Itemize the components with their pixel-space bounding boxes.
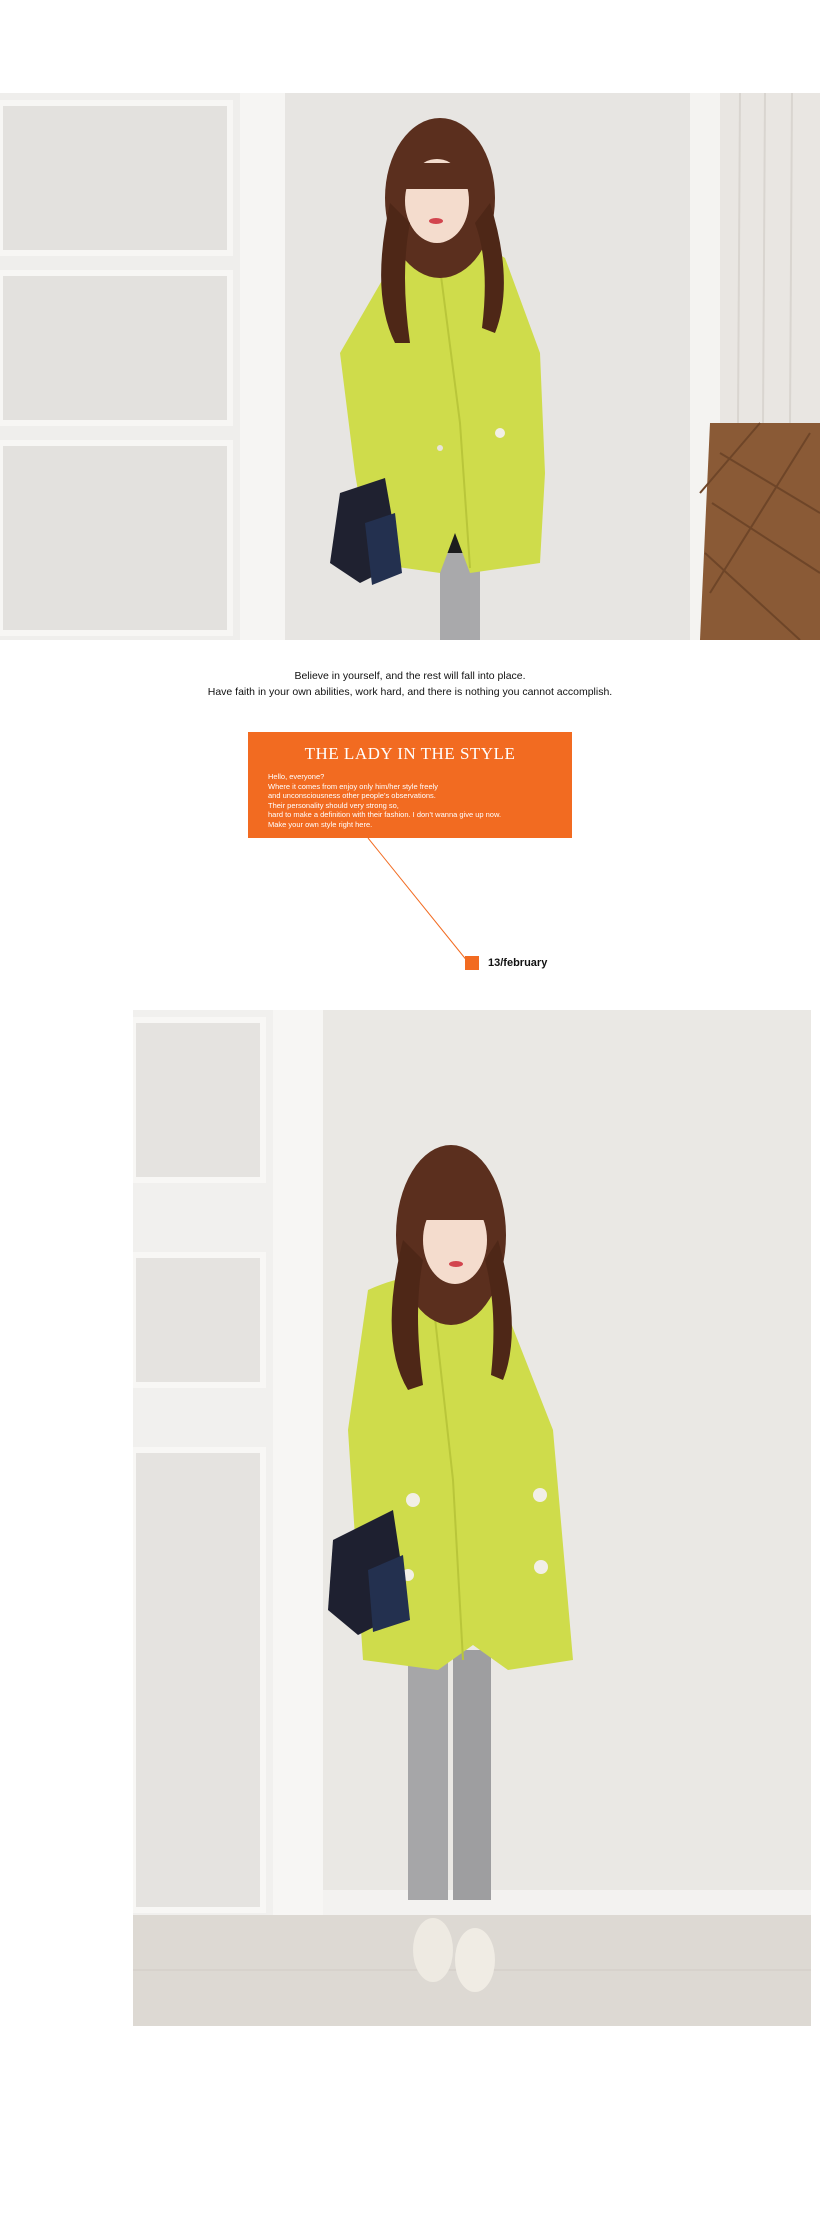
quote-line-1: Believe in yourself, and the rest will f… <box>294 670 526 682</box>
box-line: Hello, everyone? <box>268 772 325 781</box>
box-line: Their personality should very strong so, <box>268 800 399 810</box>
date-label: 13/february <box>488 957 548 969</box>
bottom-fashion-photo <box>133 1010 811 2026</box>
top-fashion-photo <box>0 93 820 640</box>
quote-line-2: Have faith in your own abilities, work h… <box>207 686 613 698</box>
box-description: Hello, everyone? Where it comes from enj… <box>268 772 501 830</box>
inspirational-quote: Believe in yourself, and the rest will f… <box>0 668 820 700</box>
connector-line <box>367 838 469 963</box>
bottom-photo-illustration <box>133 1010 811 2026</box>
box-line: hard to make a definition with their fas… <box>268 810 502 820</box>
lady-in-style-box: THE LADY IN THE STYLE Hello, everyone? W… <box>248 732 572 838</box>
box-line: Make your own style right here. <box>268 819 373 829</box>
top-photo-illustration <box>0 93 820 640</box>
box-line: Where it comes from enjoy only him/her s… <box>268 781 439 791</box>
box-line: and unconsciousness other people’s obser… <box>268 791 436 801</box>
date-marker-square <box>465 956 479 970</box>
box-title: THE LADY IN THE STYLE <box>304 744 516 763</box>
